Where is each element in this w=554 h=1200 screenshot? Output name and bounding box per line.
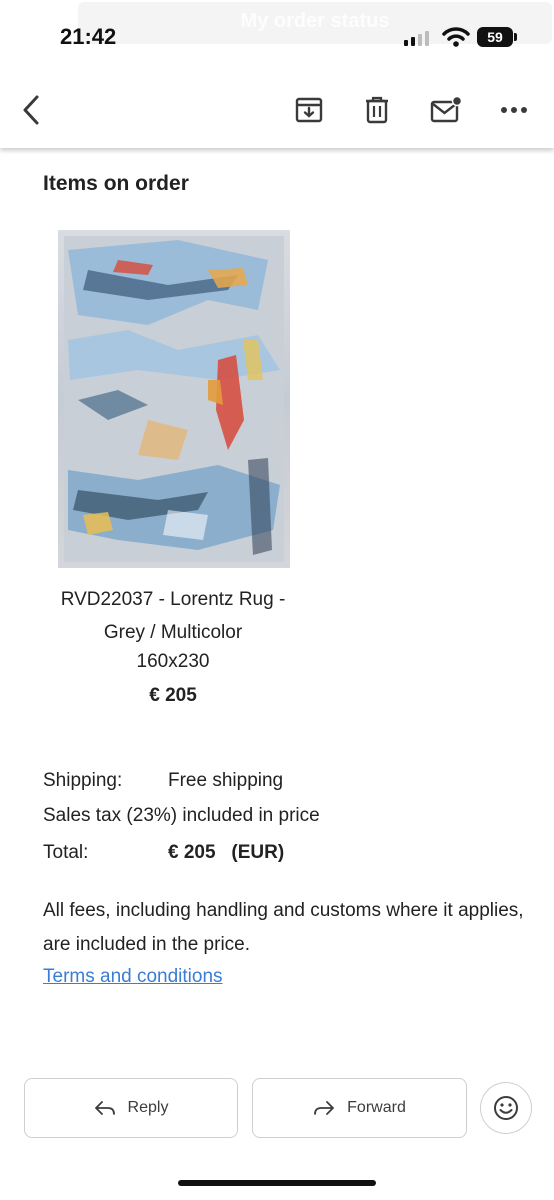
status-time: 21:42: [60, 24, 117, 49]
wifi-icon: [442, 27, 470, 47]
reply-button[interactable]: Reply: [24, 1078, 238, 1138]
total-value: € 205 (EUR): [168, 842, 285, 863]
sales-tax-text: Sales tax (23%) included in price: [43, 805, 320, 826]
back-arrow-icon: [23, 95, 39, 125]
total-row: Total: € 205 (EUR): [43, 840, 284, 866]
more-options-button[interactable]: [494, 90, 534, 130]
archive-icon: [295, 97, 323, 123]
status-bar: My order status 21:42 59: [0, 0, 554, 72]
reply-label: Reply: [127, 1099, 169, 1116]
battery-icon: 59: [477, 27, 517, 47]
product-price: € 205: [149, 685, 197, 706]
product-size: 160x230: [136, 651, 210, 672]
archive-button[interactable]: [289, 90, 329, 130]
emoji-icon: [494, 1096, 518, 1120]
delete-icon: [366, 96, 388, 124]
home-indicator[interactable]: [178, 1180, 376, 1186]
product-image[interactable]: [58, 230, 290, 568]
terms-link[interactable]: Terms and conditions: [43, 964, 223, 990]
product-name[interactable]: RVD22037 - Lorentz Rug - Grey / Multicol…: [43, 583, 303, 649]
mark-unread-button[interactable]: [426, 90, 466, 130]
emoji-reaction-button[interactable]: [480, 1082, 532, 1134]
shipping-value: Free shipping: [168, 770, 284, 791]
forward-icon: [314, 1101, 335, 1115]
mark-unread-icon: [430, 95, 463, 123]
rug-image: [58, 230, 290, 568]
shipping-label: Shipping:: [43, 770, 123, 791]
shipping-row: Shipping: Free shipping: [43, 768, 283, 794]
section-title: Items on order: [43, 172, 189, 195]
fees-notice: All fees, including handling and customs…: [43, 900, 524, 955]
email-toolbar: [0, 72, 554, 148]
forward-label: Forward: [347, 1099, 406, 1116]
signal-icon: [404, 30, 434, 46]
delete-button[interactable]: [357, 90, 397, 130]
back-button[interactable]: [12, 90, 52, 130]
total-label: Total:: [43, 842, 89, 863]
more-icon: [501, 107, 527, 113]
reply-icon: [94, 1101, 115, 1115]
forward-button[interactable]: Forward: [252, 1078, 467, 1138]
